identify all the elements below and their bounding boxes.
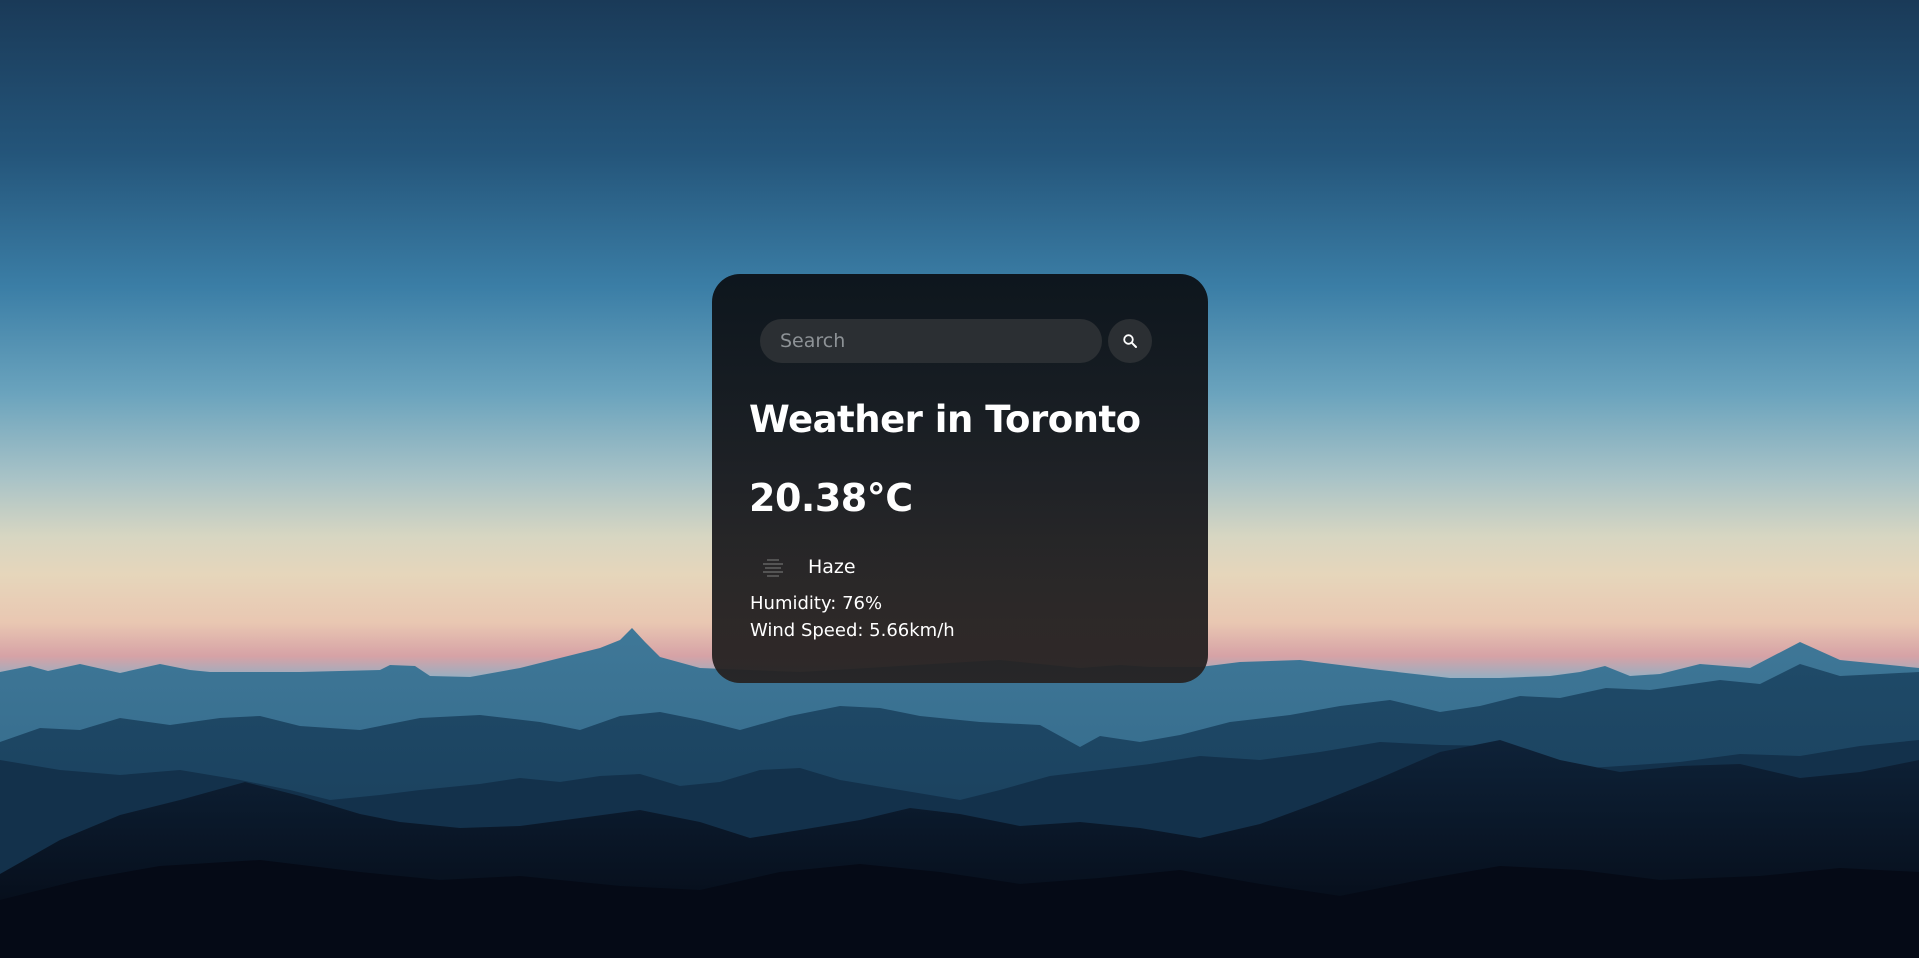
city-title: Weather in Toronto — [749, 398, 1141, 441]
wind-speed: Wind Speed: 5.66km/h — [750, 620, 955, 641]
search-icon — [1122, 333, 1138, 349]
weather-condition: Haze — [758, 552, 856, 582]
temperature: 20.38°C — [749, 476, 913, 520]
search-input[interactable] — [760, 319, 1102, 363]
haze-icon — [758, 552, 788, 582]
weather-description: Haze — [808, 556, 856, 578]
search-bar — [760, 319, 1152, 363]
weather-card: Weather in Toronto 20.38°C Haze Humidity… — [712, 274, 1208, 683]
humidity: Humidity: 76% — [750, 593, 883, 614]
search-button[interactable] — [1108, 319, 1152, 363]
